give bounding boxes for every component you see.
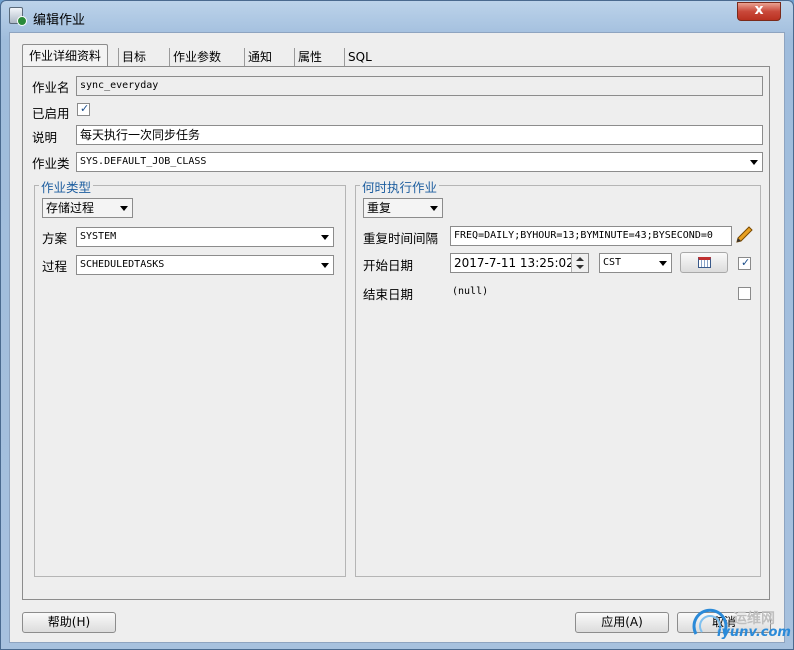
apply-button[interactable]: 应用(A) [575,612,669,633]
job-type-group-title: 作业类型 [39,177,94,196]
help-button[interactable]: 帮助(H) [22,612,116,633]
enabled-checkbox[interactable]: ✓ [77,102,90,116]
description-label: 说明 [32,130,58,145]
timezone-value: CST [603,257,622,268]
chevron-down-icon [750,160,758,165]
tab-notification[interactable]: 通知 [244,48,272,66]
interval-field[interactable]: FREQ=DAILY;BYHOUR=13;BYMINUTE=43;BYSECON… [450,226,732,246]
chevron-down-icon [321,263,329,268]
interval-label: 重复时间间隔 [363,231,439,246]
edit-job-window: 编辑作业 x 作业详细资料 目标 作业参数 通知 属性 SQL 作业名 sync… [0,0,794,650]
start-date-value: 2017-7-11 13:25:02 [454,256,574,270]
tab-target[interactable]: 目标 [118,48,146,66]
job-details-panel: 作业名 sync_everyday 已启用 ✓ 说明 每天执行一次同步任务 作业… [22,66,770,600]
job-class-label: 作业类 [32,156,70,171]
chevron-down-icon [321,235,329,240]
watermark-text-url: iyunv.com [717,625,791,640]
chevron-down-icon [659,261,667,266]
job-class-select[interactable]: SYS.DEFAULT_JOB_CLASS [76,152,763,172]
end-date-label: 结束日期 [363,287,414,302]
schema-label: 方案 [42,231,68,246]
check-icon: ✓ [80,102,90,115]
schedule-group: 何时执行作业 重复 重复时间间隔 FREQ=DAILY;BYHOUR=13;BY… [355,177,761,577]
spinner-buttons[interactable] [571,254,588,272]
procedure-value: SCHEDULEDTASKS [80,259,165,270]
dialog-client-area: 作业详细资料 目标 作业参数 通知 属性 SQL 作业名 sync_everyd… [9,32,785,643]
start-date-spinner[interactable]: 2017-7-11 13:25:02 [450,253,589,273]
database-job-icon [9,7,27,26]
job-type-group: 作业类型 存储过程 方案 SYSTEM 过程 SCHEDULEDTASKS [34,177,346,577]
schedule-mode-select[interactable]: 重复 [363,198,443,218]
calendar-button[interactable] [680,252,728,273]
start-date-label: 开始日期 [363,258,414,273]
close-icon: x [754,2,764,18]
spin-up-icon[interactable] [576,257,584,261]
tab-job-details[interactable]: 作业详细资料 [22,44,109,67]
schedule-group-title: 何时执行作业 [360,177,440,196]
enabled-label: 已启用 [32,106,70,121]
schema-select[interactable]: SYSTEM [76,227,334,247]
end-date-value: (null) [452,286,489,297]
end-date-checkbox[interactable] [738,287,751,300]
job-name-label: 作业名 [32,80,70,95]
schema-value: SYSTEM [80,231,117,242]
schedule-mode-value: 重复 [367,201,392,215]
title-bar: 编辑作业 x [1,1,793,31]
job-class-value: SYS.DEFAULT_JOB_CLASS [80,156,207,167]
tab-job-parameters[interactable]: 作业参数 [169,48,221,66]
job-type-value: 存储过程 [46,201,95,215]
job-type-select[interactable]: 存储过程 [42,198,133,218]
chevron-down-icon [430,206,438,211]
timezone-select[interactable]: CST [599,253,672,273]
tab-properties[interactable]: 属性 [294,48,322,66]
description-field[interactable]: 每天执行一次同步任务 [76,125,763,145]
tab-sql[interactable]: SQL [344,48,372,66]
chevron-down-icon [120,206,128,211]
job-name-field[interactable]: sync_everyday [76,76,763,96]
check-icon: ✓ [741,256,751,269]
calendar-icon [698,257,711,268]
spin-down-icon[interactable] [576,265,584,269]
pencil-icon[interactable] [734,226,754,244]
close-button[interactable]: x [737,2,781,21]
procedure-label: 过程 [42,259,68,274]
procedure-select[interactable]: SCHEDULEDTASKS [76,255,334,275]
start-date-checkbox[interactable]: ✓ [738,256,751,270]
window-title: 编辑作业 [33,13,86,28]
